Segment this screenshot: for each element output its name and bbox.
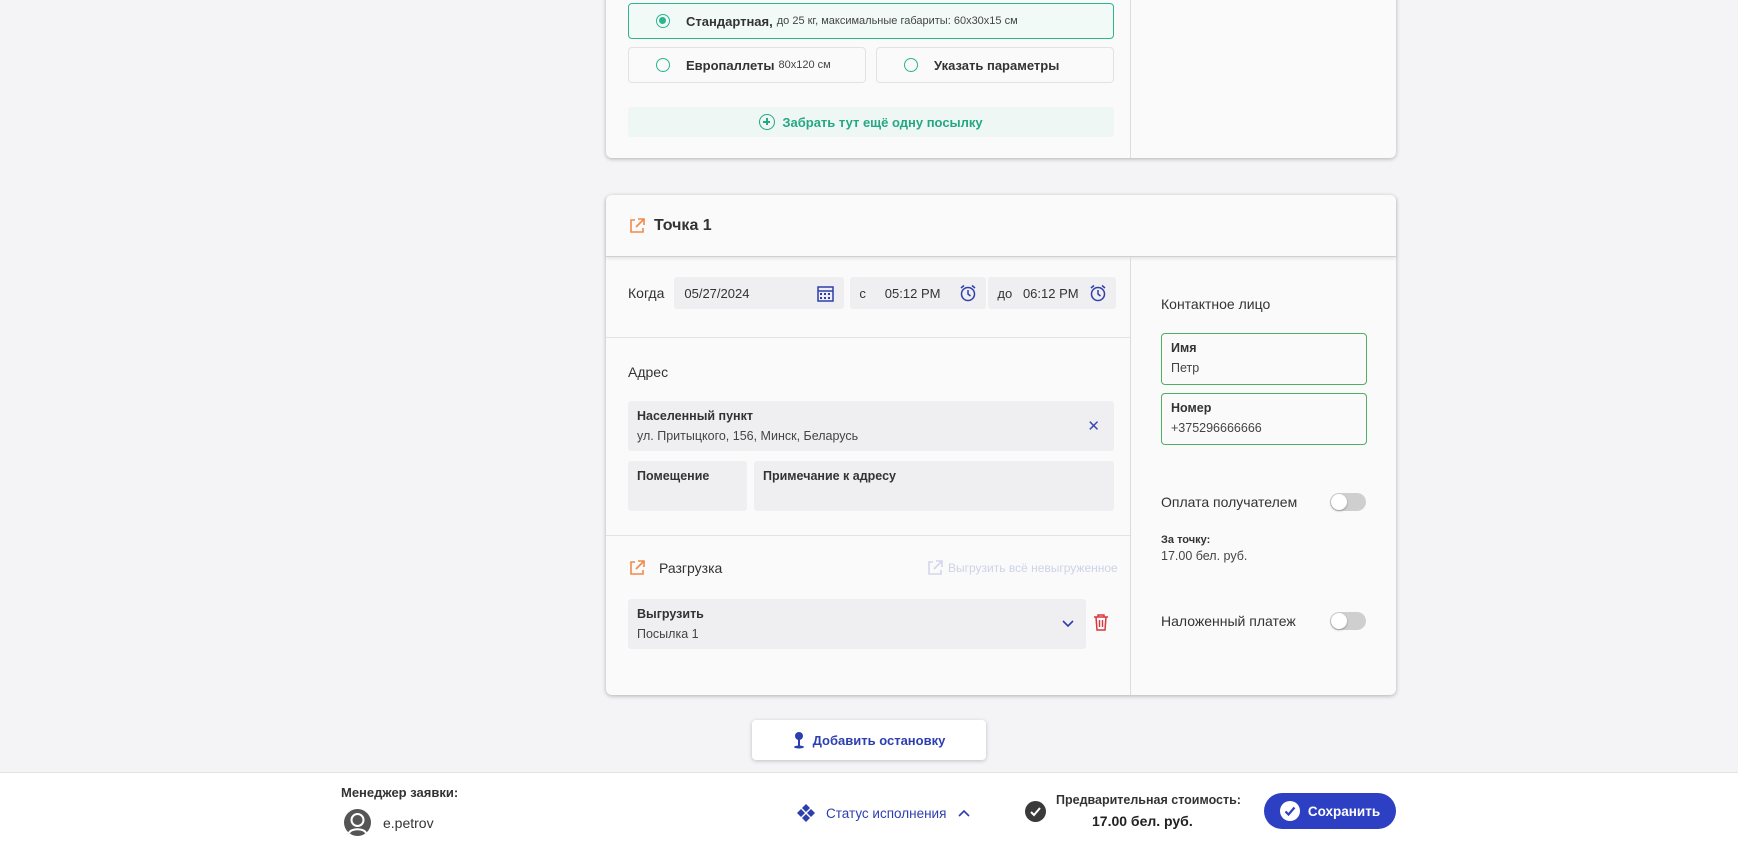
calendar-icon[interactable] — [817, 285, 835, 302]
cod-label: Наложенный платеж — [1161, 613, 1296, 629]
point-header: Точка 1 — [606, 195, 1396, 257]
when-label: Когда — [628, 285, 665, 301]
room-field[interactable]: Помещение — [628, 461, 747, 511]
external-link-icon — [630, 560, 645, 575]
check-circle-icon — [1279, 801, 1300, 821]
divider — [606, 535, 1130, 536]
pin-icon — [793, 732, 804, 749]
contact-phone-label: Номер — [1171, 401, 1212, 415]
clear-icon[interactable]: ✕ — [1087, 417, 1100, 435]
package-option-euro[interactable]: Европаллеты 80x120 см — [628, 47, 866, 83]
diamonds-icon — [797, 804, 815, 822]
add-package-button[interactable]: Забрать тут ещё одну посылку — [628, 107, 1114, 137]
address-note-field[interactable]: Примечание к адресу — [754, 461, 1114, 511]
save-label: Сохранить — [1307, 803, 1381, 819]
external-link-icon — [630, 217, 645, 233]
unload-all-button[interactable]: Выгрузить всё невыгруженное — [926, 559, 1118, 577]
status-toggle-button[interactable]: Статус исполнения — [796, 803, 970, 823]
time-from-field[interactable]: с 05:12 PM — [850, 277, 987, 309]
unload-select-label: Выгрузить — [637, 607, 704, 621]
locality-value: ул. Притыцкого, 156, Минск, Беларусь — [637, 429, 859, 443]
when-row: Когда 05/27/2024 с 05:12 PM до 06:12 PM — [628, 277, 1117, 309]
pre-cost-value: 17.00 бел. руб. — [1092, 813, 1193, 829]
time-from-label: с — [859, 285, 866, 301]
divider — [1130, 257, 1131, 695]
external-link-icon — [928, 560, 943, 575]
radio-empty-icon — [656, 58, 670, 72]
divider — [606, 337, 1130, 338]
time-to-label: до — [997, 285, 1013, 301]
point-title: Точка 1 — [654, 216, 712, 234]
recipient-pay-label: Оплата получателем — [1161, 494, 1298, 510]
package-option-custom[interactable]: Указать параметры — [876, 47, 1114, 83]
per-point-label: За точку: — [1161, 534, 1211, 546]
radio-selected-icon — [656, 14, 670, 28]
contact-phone-field[interactable]: Номер +375296666666 — [1161, 393, 1367, 445]
plus-circle-icon — [759, 114, 776, 130]
package-custom-label: Указать параметры — [934, 57, 1060, 73]
unload-all-label: Выгрузить всё невыгруженное — [948, 561, 1118, 575]
radio-empty-icon — [904, 58, 918, 72]
contact-name-value: Петр — [1171, 361, 1200, 375]
add-stop-label: Добавить остановку — [812, 732, 946, 748]
time-to-field[interactable]: до 06:12 PM — [988, 277, 1117, 309]
package-card: Стандартная, до 25 кг, максимальные габа… — [606, 0, 1396, 158]
package-option-standard[interactable]: Стандартная, до 25 кг, максимальные габа… — [628, 3, 1114, 39]
user-icon — [348, 813, 367, 834]
unload-label: Разгрузка — [659, 560, 723, 576]
room-label: Помещение — [637, 469, 710, 483]
status-label: Статус исполнения — [826, 805, 947, 821]
date-field[interactable]: 05/27/2024 — [674, 277, 845, 309]
per-point-value: 17.00 бел. руб. — [1161, 549, 1248, 563]
locality-field[interactable]: Населенный пункт ул. Притыцкого, 156, Ми… — [628, 401, 1114, 451]
pre-cost-label: Предварительная стоимость: — [1056, 793, 1241, 807]
address-label: Адрес — [628, 364, 669, 380]
contact-title: Контактное лицо — [1161, 296, 1271, 312]
unload-select-value: Посылка 1 — [637, 627, 699, 641]
time-from-value: 05:12 PM — [884, 285, 941, 301]
footer-bar: Менеджер заявки: e.petrov Статус исполне… — [0, 772, 1738, 848]
contact-name-label: Имя — [1171, 341, 1197, 355]
chevron-up-icon — [958, 809, 970, 817]
alarm-clock-icon[interactable] — [1089, 284, 1107, 302]
package-standard-sub: до 25 кг, максимальные габариты: 60x30x1… — [776, 15, 1018, 27]
point-card: Точка 1 Когда 05/27/2024 с 05:12 PM до 0… — [606, 195, 1396, 695]
package-euro-sub: 80x120 см — [778, 59, 831, 71]
recipient-pay-toggle[interactable] — [1330, 493, 1366, 511]
package-standard-label: Стандартная, — [686, 13, 773, 29]
add-package-label: Забрать тут ещё одну посылку — [782, 114, 983, 130]
add-stop-button[interactable]: Добавить остановку — [752, 720, 986, 760]
address-note-label: Примечание к адресу — [763, 469, 897, 483]
save-button[interactable]: Сохранить — [1264, 793, 1396, 829]
avatar — [344, 809, 371, 836]
chevron-down-icon — [1062, 620, 1074, 628]
alarm-clock-icon[interactable] — [959, 284, 977, 302]
manager-label: Менеджер заявки: — [341, 785, 459, 800]
divider — [1130, 0, 1131, 158]
trash-icon[interactable] — [1093, 613, 1109, 631]
time-to-value: 06:12 PM — [1022, 285, 1079, 301]
contact-phone-value: +375296666666 — [1171, 421, 1262, 435]
date-value: 05/27/2024 — [684, 285, 750, 301]
manager-name: e.petrov — [383, 815, 434, 831]
package-euro-label: Европаллеты — [686, 57, 775, 73]
locality-label: Населенный пункт — [637, 409, 753, 423]
cod-toggle[interactable] — [1330, 612, 1366, 630]
contact-name-field[interactable]: Имя Петр — [1161, 333, 1367, 385]
unload-select[interactable]: Выгрузить Посылка 1 — [628, 599, 1086, 649]
check-circle-icon — [1025, 801, 1046, 822]
